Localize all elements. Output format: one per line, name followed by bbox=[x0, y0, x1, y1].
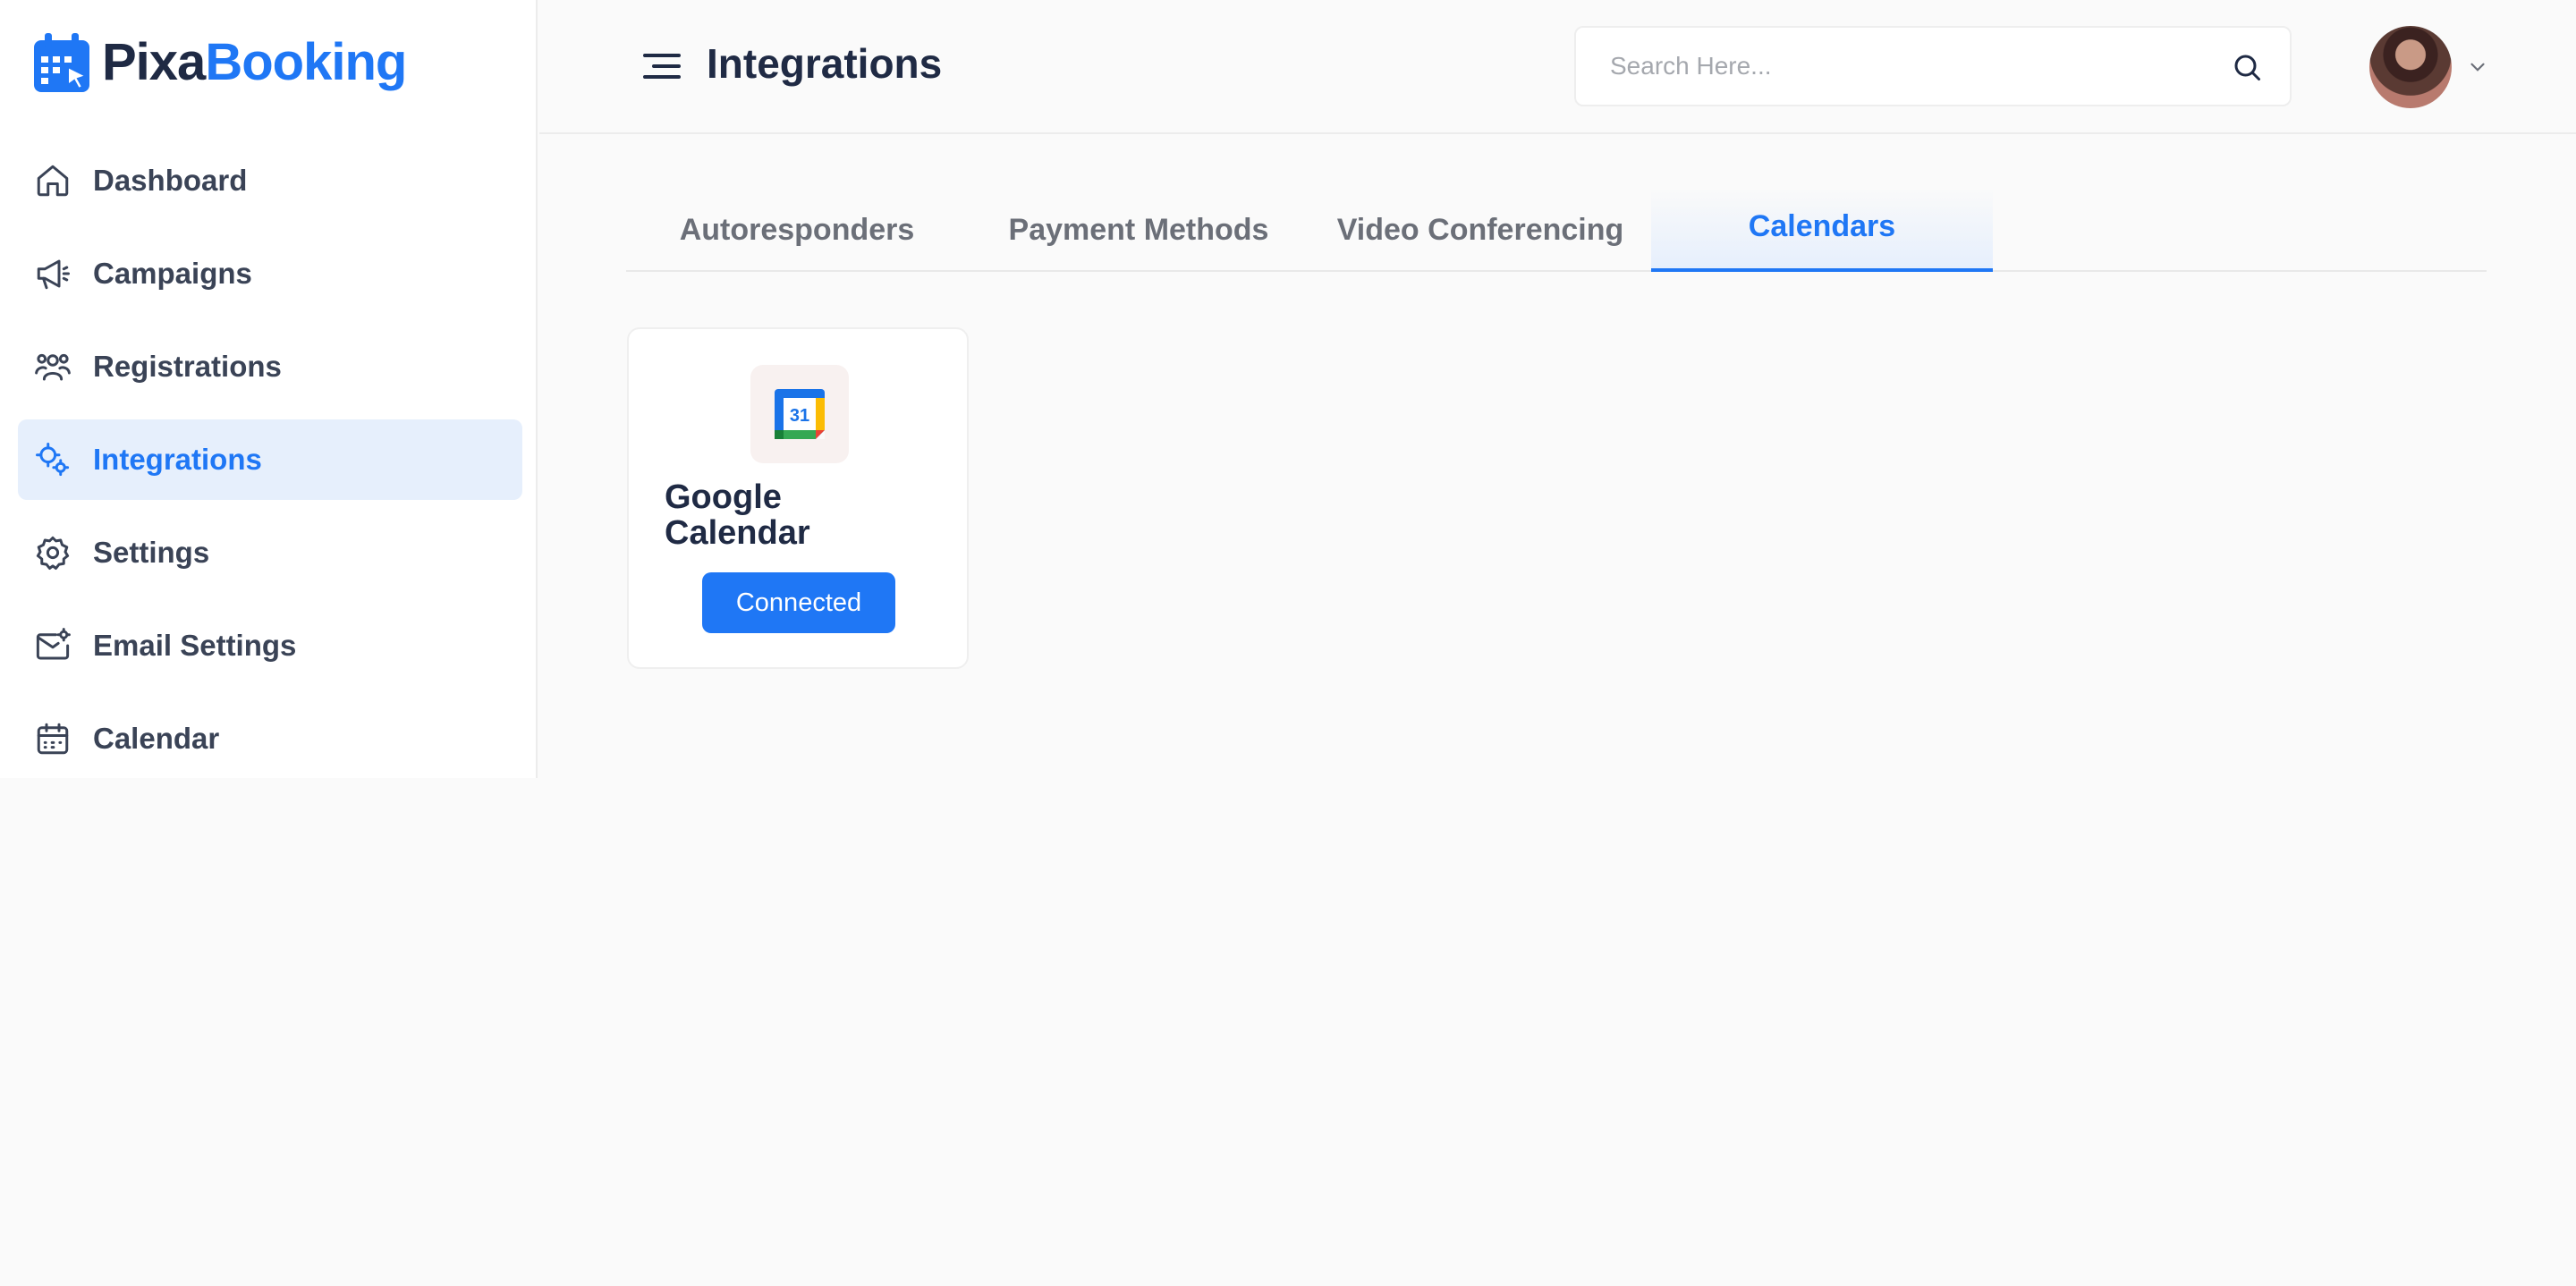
calendar-icon bbox=[37, 723, 69, 755]
search-input[interactable] bbox=[1610, 28, 2200, 105]
page-title: Integrations bbox=[707, 40, 943, 87]
sidebar-item-label: Integrations bbox=[93, 443, 262, 476]
sidebar-item-integrations[interactable]: Integrations bbox=[18, 419, 522, 500]
gear-icon bbox=[36, 536, 70, 570]
sidebar-nav: Dashboard Campaigns Registrations Integr… bbox=[18, 140, 522, 791]
sidebar-item-label: Email Settings bbox=[93, 629, 297, 662]
sidebar-item-label: Registrations bbox=[93, 350, 282, 383]
sidebar: PixaBooking Dashboard Campaigns Registra… bbox=[0, 0, 538, 778]
search-box bbox=[1574, 26, 2292, 106]
megaphone-icon bbox=[37, 259, 70, 290]
search-icon[interactable] bbox=[2231, 51, 2263, 83]
sidebar-item-settings[interactable]: Settings bbox=[18, 512, 522, 593]
users-icon bbox=[35, 353, 71, 381]
integrations-icon bbox=[36, 443, 70, 477]
brand-name-part1: Pixa bbox=[102, 33, 206, 91]
integration-tabs: Autoresponders Payment Methods Video Con… bbox=[626, 188, 2487, 272]
email-settings-icon bbox=[36, 628, 71, 660]
integration-icon-wrapper: 31 bbox=[750, 365, 849, 463]
sidebar-item-label: Calendar bbox=[93, 722, 220, 755]
tab-autoresponders[interactable]: Autoresponders bbox=[626, 188, 968, 272]
sidebar-item-label: Settings bbox=[93, 536, 210, 569]
top-bar: Integrations bbox=[539, 0, 2576, 134]
brand-logo[interactable]: PixaBooking bbox=[34, 32, 407, 92]
tab-calendars[interactable]: Calendars bbox=[1651, 188, 1993, 272]
home-icon bbox=[37, 165, 69, 197]
sidebar-item-campaigns[interactable]: Campaigns bbox=[18, 233, 522, 314]
sidebar-item-email-settings[interactable]: Email Settings bbox=[18, 605, 522, 686]
sidebar-item-dashboard[interactable]: Dashboard bbox=[18, 140, 522, 221]
integration-card-google-calendar: 31 Google Calendar Connected bbox=[627, 327, 969, 669]
calendar-icon-day: 31 bbox=[790, 406, 809, 426]
menu-toggle-icon[interactable] bbox=[640, 48, 684, 84]
brand-name-part2: Booking bbox=[205, 33, 407, 91]
sidebar-item-label: Campaigns bbox=[93, 257, 252, 290]
chevron-down-icon[interactable] bbox=[2466, 55, 2489, 79]
connected-button[interactable]: Connected bbox=[702, 572, 895, 633]
sidebar-item-label: Dashboard bbox=[93, 164, 248, 197]
integration-name: Google Calendar bbox=[665, 478, 810, 552]
tab-payment-methods[interactable]: Payment Methods bbox=[968, 188, 1309, 272]
google-calendar-icon: 31 bbox=[775, 389, 825, 439]
avatar[interactable] bbox=[2369, 26, 2452, 108]
sidebar-item-registrations[interactable]: Registrations bbox=[18, 326, 522, 407]
sidebar-item-calendar[interactable]: Calendar bbox=[18, 698, 522, 779]
tab-video-conferencing[interactable]: Video Conferencing bbox=[1309, 188, 1651, 272]
brand-name: PixaBooking bbox=[102, 32, 407, 92]
calendar-logo-icon bbox=[34, 32, 89, 92]
